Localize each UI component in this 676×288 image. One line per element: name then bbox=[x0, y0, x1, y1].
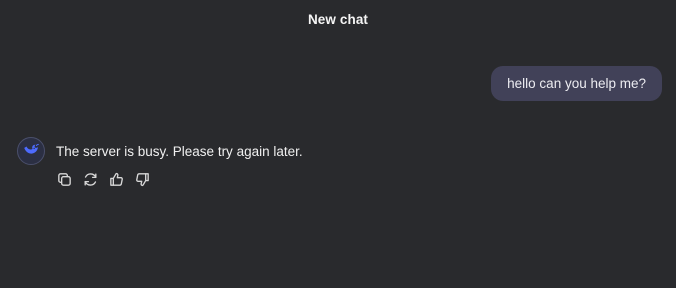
whale-logo-icon bbox=[22, 140, 40, 163]
thumbs-down-icon bbox=[134, 171, 151, 193]
chat-title: New chat bbox=[307, 12, 369, 27]
assistant-message-text: The server is busy. Please try again lat… bbox=[56, 144, 303, 159]
regenerate-icon bbox=[82, 171, 99, 193]
assistant-avatar bbox=[17, 137, 45, 165]
thumbs-up-icon bbox=[108, 171, 125, 193]
chat-page: New chat hello can you help me? The serv… bbox=[0, 0, 676, 288]
user-message-bubble: hello can you help me? bbox=[491, 66, 662, 101]
user-message-text: hello can you help me? bbox=[507, 76, 646, 91]
thumbs-up-button[interactable] bbox=[107, 172, 126, 191]
copy-button[interactable] bbox=[55, 172, 74, 191]
thumbs-down-button[interactable] bbox=[133, 172, 152, 191]
regenerate-button[interactable] bbox=[81, 172, 100, 191]
message-actions bbox=[55, 172, 152, 191]
copy-icon bbox=[56, 171, 73, 193]
